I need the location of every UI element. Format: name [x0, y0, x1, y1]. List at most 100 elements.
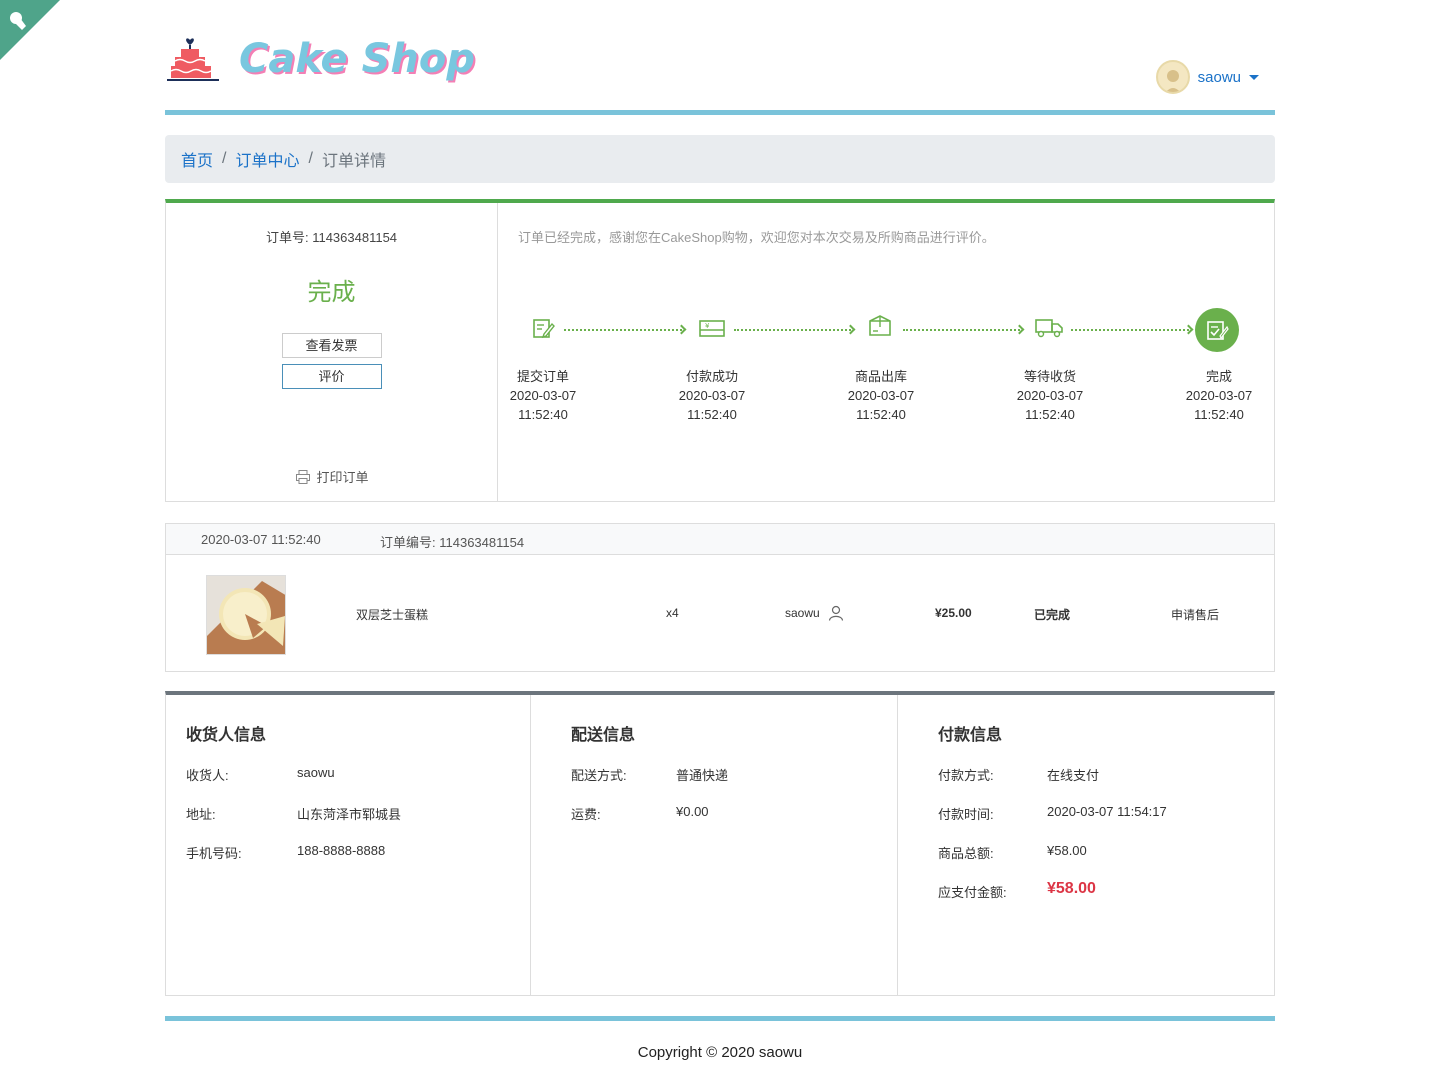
- user-menu[interactable]: saowu: [1155, 60, 1259, 94]
- payment-card-icon: ¥: [699, 320, 725, 337]
- after-sale-link[interactable]: 申请售后: [1171, 606, 1219, 623]
- phone-value: 188-8888-8888: [297, 843, 386, 858]
- step-label: 商品出库: [854, 369, 907, 384]
- user-icon: [828, 605, 844, 621]
- step-label: 等待收货: [1023, 369, 1076, 384]
- svg-text:¥: ¥: [705, 322, 710, 330]
- order-number: 订单号: 114363481154: [166, 227, 497, 246]
- delivery-method-value: 普通快递: [676, 768, 729, 783]
- receiver-info: 收货人信息 收货人: saowu 地址: 山东菏泽市郓城县 手机号码: 188-…: [166, 695, 531, 996]
- receiver-label: 收货人:: [186, 768, 229, 783]
- view-invoice-button[interactable]: 查看发票: [281, 333, 382, 358]
- breadcrumb: 首页 / 订单中心 / 订单详情: [165, 135, 1275, 183]
- username: saowu: [1197, 68, 1241, 86]
- receiver-value: saowu: [297, 765, 335, 780]
- phone-label: 手机号码:: [186, 846, 242, 861]
- goods-total-label: 商品总额:: [938, 846, 994, 861]
- print-order-link[interactable]: 打印订单: [166, 467, 498, 486]
- product-price: ¥25.00: [935, 606, 972, 620]
- payment-title: 付款信息: [938, 727, 1003, 744]
- payment-method-value: 在线支付: [1047, 768, 1100, 783]
- progress-step: 完成 2020-03-07 11:52:40: [1169, 367, 1269, 424]
- goods-total-value: ¥58.00: [1047, 843, 1087, 858]
- step-time: 11:52:40: [1194, 407, 1244, 422]
- order-status-panel: 订单号: 114363481154 完成 查看发票 评价 打印订单 订单已经完成…: [165, 199, 1275, 502]
- step-date: 2020-03-07: [1185, 388, 1253, 403]
- progress-step: 等待收货 2020-03-07 11:52:40: [1000, 367, 1100, 424]
- chevron-down-icon: [1249, 74, 1259, 80]
- step-date: 2020-03-07: [678, 388, 746, 403]
- step-connector: [1071, 329, 1189, 331]
- order-date: 2020-03-07 11:52:40: [201, 532, 321, 547]
- header-divider: [165, 110, 1275, 115]
- user-avatar-icon: [1165, 70, 1180, 92]
- table-row: 双层芝士蛋糕 x4 saowu ¥25.00 已完成 申请售后: [166, 555, 1274, 671]
- address-label: 地址:: [186, 807, 216, 822]
- progress-step: 商品出库 2020-03-07 11:52:40: [831, 367, 931, 424]
- order-number-value: 114363481154: [312, 230, 398, 245]
- cheesecake-image: [207, 576, 285, 654]
- amount-due-label: 应支付金额:: [938, 885, 1007, 900]
- step-time: 11:52:40: [1025, 407, 1075, 422]
- chevron-right-icon: [676, 324, 687, 335]
- order-progress: 订单已经完成，感谢您在CakeShop购物，欢迎您对本次交易及所购商品进行评价。…: [498, 203, 1274, 502]
- order-status-text: 完成: [307, 279, 356, 306]
- chevron-right-icon: [1183, 324, 1194, 335]
- delivery-title: 配送信息: [571, 727, 636, 744]
- progress-step: 提交订单 2020-03-07 11:52:40: [493, 367, 593, 424]
- thanks-message: 订单已经完成，感谢您在CakeShop购物，欢迎您对本次交易及所购商品进行评价。: [518, 230, 995, 245]
- product-image[interactable]: [206, 575, 286, 655]
- package-icon: [869, 315, 891, 336]
- amount-due-value: ¥58.00: [1047, 880, 1096, 897]
- product-name[interactable]: 双层芝士蛋糕: [356, 606, 428, 623]
- site-header: Cake Shop saowu: [165, 0, 1275, 115]
- site-logo[interactable]: Cake Shop: [165, 34, 475, 84]
- logo-title: Cake Shop: [239, 36, 475, 82]
- receiver-title: 收货人信息: [186, 727, 267, 744]
- breadcrumb-home[interactable]: 首页: [181, 147, 213, 171]
- order-summary: 订单号: 114363481154 完成 查看发票 评价 打印订单: [166, 203, 498, 502]
- payment-time-label: 付款时间:: [938, 807, 994, 822]
- footer-divider: [165, 1016, 1275, 1021]
- shipping-fee-label: 运费:: [571, 807, 601, 822]
- step-label: 完成: [1205, 369, 1232, 384]
- goods-order-number-label: 订单编号:: [380, 535, 436, 550]
- breadcrumb-current: 订单详情: [321, 153, 386, 170]
- payment-time-value: 2020-03-07 11:54:17: [1047, 804, 1167, 819]
- product-quantity: x4: [666, 606, 679, 620]
- item-status: 已完成: [1034, 608, 1071, 622]
- chevron-right-icon: [1014, 324, 1025, 335]
- payment-info: 付款信息 付款方式: 在线支付 付款时间: 2020-03-07 11:54:1…: [898, 695, 1274, 996]
- step-connector: [903, 329, 1020, 331]
- progress-steps: ¥ 提交订单 2020-03-07 11:52:40 付款成功 2020-03-…: [498, 303, 1274, 433]
- goods-order-number-value: 114363481154: [439, 535, 525, 550]
- breadcrumb-separator: /: [222, 150, 227, 167]
- print-order-label: 打印订单: [316, 470, 369, 485]
- step-time: 11:52:40: [687, 407, 737, 422]
- github-corner-icon[interactable]: [0, 0, 60, 60]
- step-label: 提交订单: [516, 369, 569, 384]
- breadcrumb-orders[interactable]: 订单中心: [235, 147, 299, 171]
- step-date: 2020-03-07: [847, 388, 915, 403]
- buyer-name: saowu: [785, 606, 820, 620]
- step-time: 11:52:40: [518, 407, 568, 422]
- check-doc-icon: [1195, 308, 1239, 352]
- edit-doc-icon: [533, 319, 555, 339]
- review-button[interactable]: 评价: [281, 364, 382, 389]
- shipping-fee-value: ¥0.00: [676, 804, 709, 819]
- order-number-label: 订单号:: [265, 230, 309, 245]
- address-value: 山东菏泽市郓城县: [297, 807, 402, 822]
- order-info-panel: 收货人信息 收货人: saowu 地址: 山东菏泽市郓城县 手机号码: 188-…: [165, 691, 1275, 996]
- delivery-info: 配送信息 配送方式: 普通快递 运费: ¥0.00: [531, 695, 898, 996]
- breadcrumb-separator: /: [308, 150, 313, 167]
- payment-method-label: 付款方式:: [938, 768, 994, 783]
- order-goods-table: 2020-03-07 11:52:40 订单编号: 114363481154 双…: [165, 523, 1275, 672]
- copyright: Copyright © 2020 saowu: [637, 1044, 803, 1061]
- progress-step: 付款成功 2020-03-07 11:52:40: [662, 367, 762, 424]
- truck-icon: [1035, 319, 1063, 338]
- printer-icon: [296, 469, 311, 484]
- step-connector: [564, 329, 682, 331]
- chevron-right-icon: [845, 324, 856, 335]
- step-connector: [734, 329, 851, 331]
- cake-logo-icon: [167, 38, 219, 81]
